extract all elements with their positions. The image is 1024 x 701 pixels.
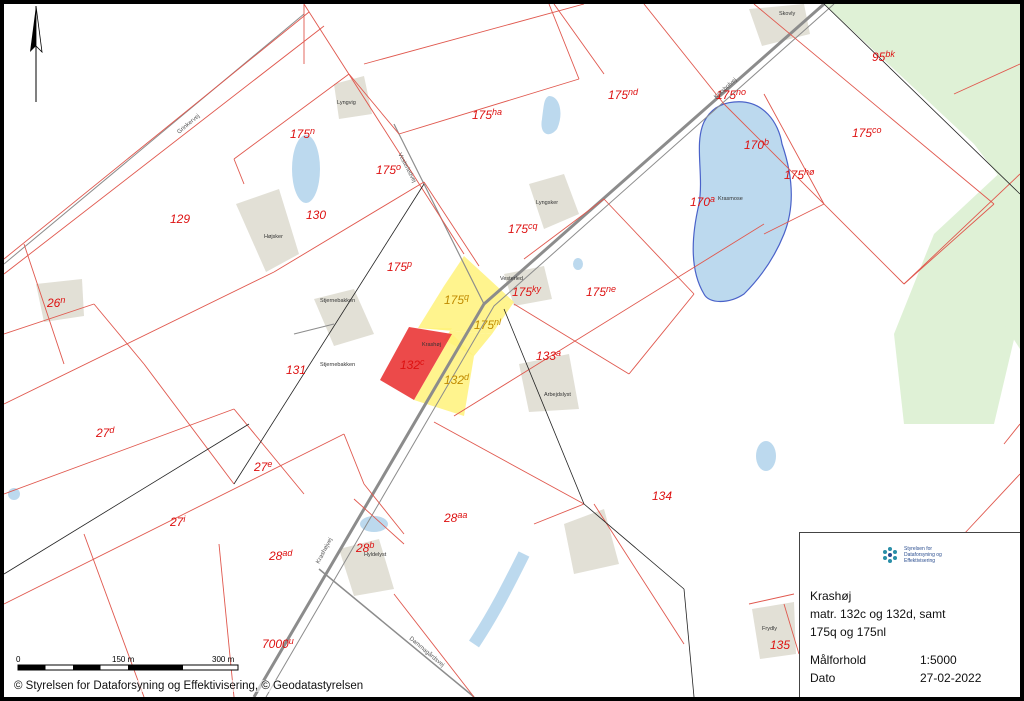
parcel-label-28ad[interactable]: 28ad [268,548,293,563]
boundary [143,363,235,485]
place-label: Lyngvig [337,100,356,106]
date-row: Dato 27-02-2022 [810,671,981,685]
parcel-label-130[interactable]: 130 [306,208,326,222]
place-label: Lyngsker [536,200,558,206]
place-label: Hyldelyst [364,552,387,558]
parcel-label-28aa[interactable]: 28aa [443,510,467,525]
pond [360,516,388,532]
legend-description: Krashøj matr. 132c og 132d, samt 175q og… [810,587,945,641]
date-label: Dato [810,671,836,685]
road-vesterledvej [393,123,485,305]
parcel-label-7000u[interactable]: 7000u [262,636,294,651]
boundary [603,198,695,295]
boundary [343,433,365,485]
parcel-label-131[interactable]: 131 [286,363,306,377]
boundary [233,158,245,185]
date-value: 27-02-2022 [920,671,982,685]
boundary [423,181,480,267]
place-label: Arbejdslyst [544,392,571,398]
parcel-label-129[interactable]: 129 [170,212,190,226]
parcel-label-175cq[interactable]: 175cq [508,221,538,236]
logo: Styrelsen for Dataforsyning og Effektivi… [880,545,964,565]
parcel-label-175p[interactable]: 175p [387,259,412,274]
parcel-label-175nd[interactable]: 175nd [608,87,639,102]
place-label: Vesterled [500,276,523,282]
boundary [233,408,305,495]
road-label: Krashøjvej [315,537,334,565]
legend-line1: matr. 132c og 132d, samt [810,607,946,621]
road-label: Dammagårdsvej [408,635,446,668]
place-label: Krashøj [422,342,441,348]
boundary [628,293,695,375]
pond [541,96,561,135]
pond [8,488,20,500]
legend-title: Krashøj [810,589,852,603]
boundary [643,4,725,105]
boundary [433,421,585,505]
scale-row: Målforhold 1:5000 [810,653,957,667]
boundary [4,408,235,495]
built-area [564,509,619,574]
road-dammagardsvej [318,568,475,697]
scale-label-150: 150 m [112,655,135,664]
boundary [393,593,475,697]
built-area [236,189,299,272]
place-label: Frydly [762,626,777,632]
boundary [748,593,795,605]
boundary [93,303,145,365]
boundary [593,503,685,645]
place-label: Højsker [264,234,283,240]
crown-logo-icon [883,547,897,563]
scale-label: Målforhold [810,653,867,667]
parcel-label-175ha[interactable]: 175ha [472,107,502,122]
parcel-label-175ne[interactable]: 175ne [586,284,616,299]
boundary [1003,423,1020,445]
parcel-label-175o[interactable]: 175o [376,162,401,177]
boundary [548,4,580,80]
boundary [363,4,585,65]
built-area [334,76,372,119]
parcel-label-27i[interactable]: 27i [169,514,186,529]
parcel-label-27d[interactable]: 27d [95,425,115,440]
forest-area [824,4,1020,204]
place-label: Skovly [779,11,795,17]
north-arrow [30,5,43,102]
boundary [233,73,350,160]
place-label: Krasmose [718,196,743,202]
boundary [963,473,1020,535]
place-label: Stjernebakken [320,298,355,304]
scale-bar: 0 150 m 300 m [16,654,246,681]
legend-line2: 175q og 175nl [810,625,887,639]
boundary-line [683,588,695,697]
parcel-label-135[interactable]: 135 [770,638,790,652]
place-label: Stjernebakken [320,362,355,368]
copyright-text: © Styrelsen for Dataforsyning og Effekti… [14,680,364,692]
logo-text: Styrelsen for Dataforsyning og Effektivi… [904,546,942,564]
boundary [303,4,465,255]
scale-label-0: 0 [16,655,21,664]
parcel-label-175co[interactable]: 175co [852,125,882,140]
pond [756,441,776,471]
boundary [273,181,425,273]
parcel-label-175nl[interactable]: 175nl [474,317,502,332]
scale-label-300: 300 m [212,655,235,664]
scale-value: 1:5000 [920,653,957,667]
stream [469,551,530,648]
boundary [553,4,605,75]
boundary-line [4,423,250,575]
pond [292,135,320,203]
legend-box: Styrelsen for Dataforsyning og Effektivi… [799,532,1020,697]
map-frame: 95bk 175no 175nd 175ha 175n 175co 170b 175hø 170… [4,4,1020,697]
parcel-label-134[interactable]: 134 [652,489,672,503]
pond [573,258,583,270]
forest-area [894,154,1020,424]
